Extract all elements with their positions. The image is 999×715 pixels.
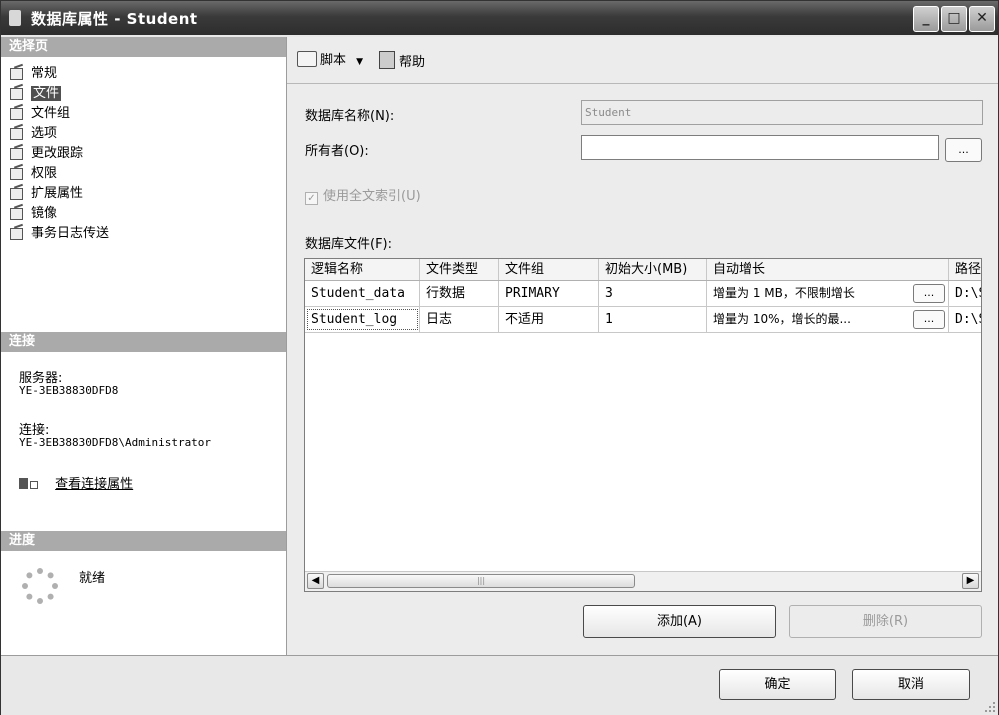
database-icon <box>9 10 21 26</box>
page-item-label: 常规 <box>31 66 58 81</box>
page-item-label: 事务日志传送 <box>31 226 110 241</box>
autogrowth-browse-button[interactable]: ... <box>913 310 945 329</box>
cell-filegroup[interactable]: PRIMARY <box>499 281 599 306</box>
cell-path[interactable]: D:\S <box>949 307 981 332</box>
close-button[interactable]: ✕ <box>969 6 995 32</box>
help-icon <box>379 51 395 69</box>
database-files-grid[interactable]: 逻辑名称 文件类型 文件组 初始大小(MB) 自动增长 路径 Student_d… <box>304 258 982 592</box>
page-properties-icon <box>9 223 26 240</box>
resize-grip-icon[interactable] <box>984 701 996 713</box>
scroll-right-icon[interactable]: ▶ <box>962 573 979 589</box>
maximize-button[interactable]: □ <box>941 6 967 32</box>
column-header-filegroup[interactable]: 文件组 <box>499 259 599 280</box>
autogrowth-browse-button[interactable]: ... <box>913 284 945 303</box>
page-item-label: 扩展属性 <box>31 186 84 201</box>
page-properties-icon <box>9 103 26 120</box>
table-row[interactable]: Student_log 日志 不适用 1 增量为 10%，增长的最... ...… <box>305 307 981 333</box>
left-panel: 选择页 常规 文件 文件组 选项 更改跟踪 权限 扩展属性 镜像 事务日志传送 连接 服务器: … <box>1 37 287 655</box>
page-properties-icon <box>9 83 26 100</box>
main-panel: 脚本 ▼ 帮助 数据库名称(N): Student 所有者(O): ... ✓ 使… <box>287 37 998 655</box>
page-properties-icon <box>9 63 26 80</box>
page-item-label: 权限 <box>31 166 58 181</box>
page-item-label: 更改跟踪 <box>31 146 84 161</box>
script-icon <box>297 51 317 67</box>
connection-value: YE-3EB38830DFD8\Administrator <box>19 436 212 449</box>
add-button[interactable]: 添加(A) <box>583 605 776 638</box>
horizontal-scrollbar[interactable]: ◀ ||| ▶ <box>305 571 981 591</box>
page-item-label: 文件组 <box>31 106 71 121</box>
page-item[interactable]: 扩展属性 <box>9 183 84 202</box>
column-header-autogrowth[interactable]: 自动增长 <box>707 259 949 280</box>
page-item-label: 文件 <box>31 86 62 101</box>
scroll-left-icon[interactable]: ◀ <box>307 573 324 589</box>
db-files-label: 数据库文件(F): <box>305 237 393 252</box>
owner-field[interactable] <box>581 135 939 160</box>
cell-autogrowth[interactable]: 增量为 10%，增长的最... ... <box>707 307 949 332</box>
toolbar: 脚本 ▼ 帮助 <box>287 37 998 84</box>
page-item[interactable]: 权限 <box>9 163 58 182</box>
autogrowth-text: 增量为 10%，增长的最... <box>713 312 851 326</box>
server-value: YE-3EB38830DFD8 <box>19 384 119 397</box>
view-connection-link[interactable]: 查看连接属性 <box>55 477 133 492</box>
page-item[interactable]: 常规 <box>9 63 58 82</box>
column-header-initial-size[interactable]: 初始大小(MB) <box>599 259 707 280</box>
page-item[interactable]: 文件 <box>9 83 62 102</box>
checkbox-checked-icon: ✓ <box>305 192 318 205</box>
progress-header: 进度 <box>1 531 286 551</box>
cancel-button[interactable]: 取消 <box>852 669 970 700</box>
script-button[interactable]: 脚本 ▼ <box>297 51 363 69</box>
page-item-label: 选项 <box>31 126 58 141</box>
page-item-label: 镜像 <box>31 206 58 221</box>
page-item[interactable]: 事务日志传送 <box>9 223 110 242</box>
page-properties-icon <box>9 123 26 140</box>
help-button[interactable]: 帮助 <box>379 51 426 70</box>
dialog-footer: 确定 取消 <box>1 655 998 715</box>
cell-initial-size[interactable]: 3 <box>599 281 707 306</box>
cell-logical-name[interactable]: Student_log <box>305 307 420 332</box>
column-header-file-type[interactable]: 文件类型 <box>420 259 499 280</box>
page-item[interactable]: 更改跟踪 <box>9 143 84 162</box>
page-item[interactable]: 文件组 <box>9 103 71 122</box>
cell-initial-size[interactable]: 1 <box>599 307 707 332</box>
table-row[interactable]: Student_data 行数据 PRIMARY 3 增量为 1 MB，不限制增… <box>305 281 981 307</box>
page-properties-icon <box>9 163 26 180</box>
fulltext-label: 使用全文索引(U) <box>323 189 421 204</box>
connection-header: 连接 <box>1 332 286 352</box>
owner-label: 所有者(O): <box>305 144 369 159</box>
minimize-button[interactable]: _ <box>913 6 939 32</box>
column-header-logical-name[interactable]: 逻辑名称 <box>305 259 420 280</box>
page-item[interactable]: 镜像 <box>9 203 58 222</box>
page-properties-icon <box>9 183 26 200</box>
cell-logical-name[interactable]: Student_data <box>305 281 420 306</box>
cell-filegroup[interactable]: 不适用 <box>499 307 599 332</box>
title-bar[interactable]: 数据库属性 - Student _ □ ✕ <box>1 1 998 35</box>
progress-status: 就绪 <box>79 571 106 586</box>
db-name-field[interactable]: Student <box>581 100 983 125</box>
scroll-thumb[interactable]: ||| <box>327 574 635 588</box>
owner-browse-button[interactable]: ... <box>945 138 982 162</box>
help-label: 帮助 <box>399 55 426 70</box>
page-item[interactable]: 选项 <box>9 123 58 142</box>
cell-file-type[interactable]: 日志 <box>420 307 499 332</box>
script-label: 脚本 <box>320 53 347 68</box>
select-page-header: 选择页 <box>1 37 286 57</box>
database-properties-window: 数据库属性 - Student _ □ ✕ 选择页 常规 文件 文件组 选项 更改跟踪权… <box>0 0 999 715</box>
window-title: 数据库属性 - Student <box>31 10 198 28</box>
page-properties-icon <box>9 143 26 160</box>
grid-header: 逻辑名称 文件类型 文件组 初始大小(MB) 自动增长 路径 <box>305 259 981 281</box>
server-properties-icon <box>19 477 38 490</box>
cell-file-type[interactable]: 行数据 <box>420 281 499 306</box>
page-properties-icon <box>9 203 26 220</box>
fulltext-index-checkbox[interactable]: ✓ 使用全文索引(U) <box>305 185 421 205</box>
cell-autogrowth[interactable]: 增量为 1 MB，不限制增长 ... <box>707 281 949 306</box>
ok-button[interactable]: 确定 <box>719 669 836 700</box>
autogrowth-text: 增量为 1 MB，不限制增长 <box>713 286 855 300</box>
remove-button[interactable]: 删除(R) <box>789 605 982 638</box>
cell-path[interactable]: D:\S <box>949 281 981 306</box>
db-name-label: 数据库名称(N): <box>305 109 395 124</box>
progress-spinner-icon <box>22 568 58 604</box>
chevron-down-icon: ▼ <box>356 57 364 67</box>
column-header-path[interactable]: 路径 <box>949 259 981 280</box>
view-connection-properties[interactable]: 查看连接属性 <box>19 473 133 492</box>
